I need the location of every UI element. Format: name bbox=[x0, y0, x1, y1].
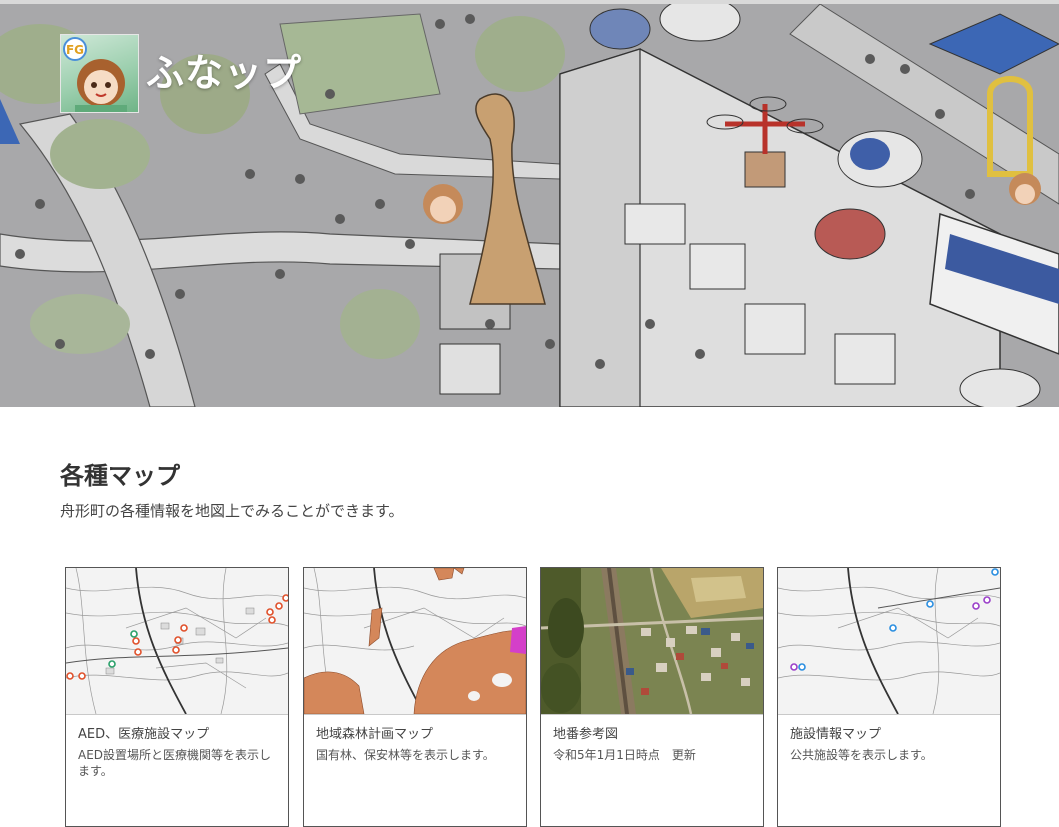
mascot-logo-icon: FG bbox=[63, 37, 127, 112]
site-logo[interactable]: FG bbox=[60, 34, 139, 113]
card-title: 地域森林計画マップ bbox=[316, 727, 434, 742]
card-description: AED設置場所と医療機関等を表示します。 bbox=[78, 747, 272, 779]
topographic-map-with-red-markers bbox=[66, 568, 288, 714]
map-card-list: AED、医療施設マップ AED設置場所と医療機関等を表示します。 地域森林計画マ… bbox=[65, 567, 1005, 827]
section-heading: 各種マップ bbox=[60, 462, 180, 490]
topographic-map-with-blue-markers bbox=[778, 568, 1000, 714]
section-description: 舟形町の各種情報を地図上でみることができます。 bbox=[60, 502, 404, 520]
topographic-map-with-forest-areas bbox=[304, 568, 526, 714]
card-thumbnail-lot-reference[interactable] bbox=[541, 568, 763, 715]
card-title: 地番参考図 bbox=[553, 727, 619, 742]
svg-text:FG: FG bbox=[66, 43, 84, 57]
card-thumbnail-forest[interactable] bbox=[304, 568, 526, 715]
card-thumbnail-aed[interactable] bbox=[66, 568, 288, 715]
card-thumbnail-facilities[interactable] bbox=[778, 568, 1000, 715]
card-description: 令和5年1月1日時点 更新 bbox=[553, 747, 696, 762]
card-title: AED、医療施設マップ bbox=[78, 727, 210, 742]
aerial-photo bbox=[541, 568, 763, 714]
card-description: 公共施設等を表示します。 bbox=[790, 747, 933, 762]
map-card-forest[interactable]: 地域森林計画マップ 国有林、保安林等を表示します。 bbox=[303, 567, 527, 827]
card-description: 国有林、保安林等を表示します。 bbox=[316, 747, 495, 762]
map-card-facilities[interactable]: 施設情報マップ 公共施設等を表示します。 bbox=[777, 567, 1001, 827]
site-title[interactable]: ふなップ bbox=[146, 42, 302, 97]
map-card-lot-reference[interactable]: 地番参考図 令和5年1月1日時点 更新 bbox=[540, 567, 764, 827]
map-card-aed[interactable]: AED、医療施設マップ AED設置場所と医療機関等を表示します。 bbox=[65, 567, 289, 827]
card-title: 施設情報マップ bbox=[790, 727, 882, 742]
hero-banner: FG ふなップ bbox=[0, 0, 1059, 407]
